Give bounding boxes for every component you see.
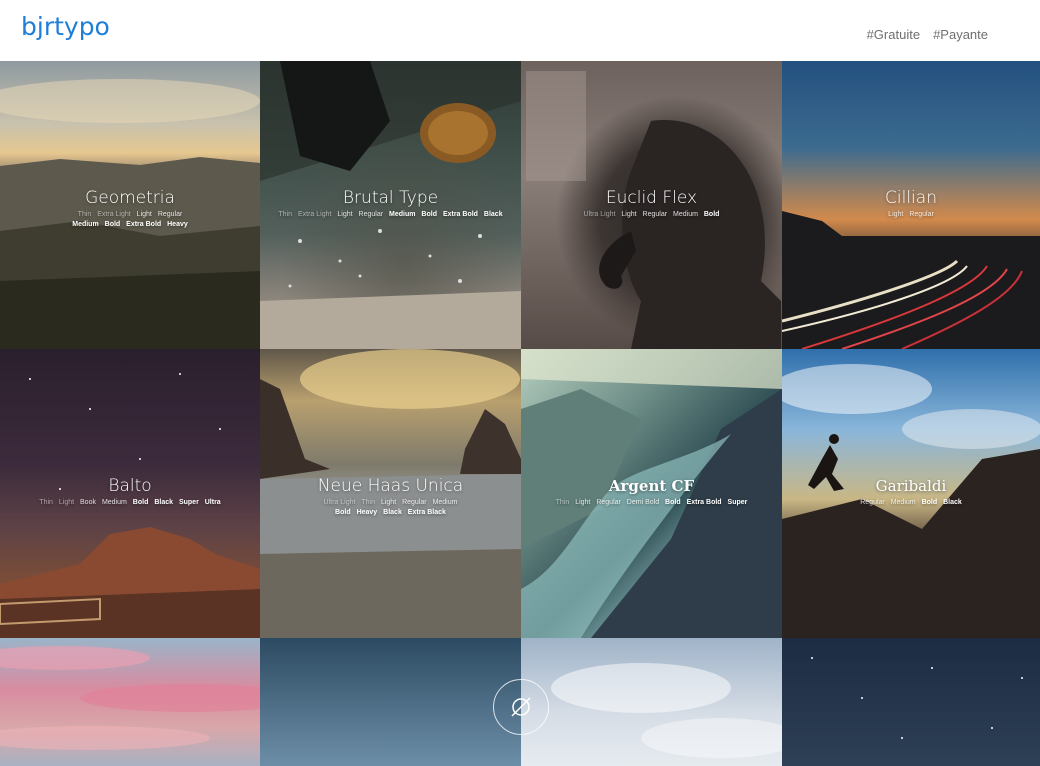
font-grid: Geometria Thin Extra Light Light Regular… [0,61,1040,766]
font-tile-cillian[interactable]: Cillian Light Regular [782,61,1040,349]
font-caption: Geometria Thin Extra Light Light Regular… [0,187,260,230]
weight-label: Light [337,211,353,218]
weight-label: Regular [860,499,885,506]
font-tile-pink-sky[interactable] [0,638,260,766]
font-tile-blue-gradient[interactable] [260,638,521,766]
made-in-paris-stamp [493,679,549,735]
weight-label: Thin [555,499,570,506]
weight-label: Thin [77,211,92,218]
font-weights: Regular Medium Bold Black [782,498,1040,508]
weight-label: Ultra Light [323,499,356,506]
font-tile-neue-haas-unica[interactable]: Neue Haas Unica Ultra Light Thin Light R… [260,349,521,638]
weight-label: Light [888,211,904,218]
weight-label: Medium [389,211,416,218]
weight-label: Demi Bold [626,499,660,506]
font-tile-night-sky[interactable] [782,638,1040,766]
filter-free-link[interactable]: #Gratuite [867,27,920,42]
weight-label: Extra Bold [686,499,722,506]
font-caption: Argent CF Thin Light Regular Demi Bold B… [521,475,782,508]
weight-label: Bold [104,221,121,228]
weight-label: Black [383,509,402,516]
font-caption: Cillian Light Regular [782,187,1040,220]
font-tile-garibaldi[interactable]: Garibaldi Regular Medium Bold Black [782,349,1040,638]
weight-label: Regular [642,211,668,218]
site-logo[interactable]: bjrtypo [21,12,110,41]
font-name: Balto [108,476,152,496]
font-name: Neue Haas Unica [317,476,464,496]
weight-label: Bold [421,211,437,218]
font-tile-brutal-type[interactable]: Brutal Type Thin Extra Light Light Regul… [260,61,521,349]
weight-label: Heavy [167,221,188,228]
empty-set-icon [511,697,531,717]
weight-label: Thin [278,211,293,218]
weight-label: Heavy [356,509,378,516]
weight-label: Light [380,499,397,506]
font-tile-argent-cf[interactable]: Argent CF Thin Light Regular Demi Bold B… [521,349,782,638]
weight-label: Regular [358,211,384,218]
font-caption: Balto Thin Light Book Medium Bold Black … [0,475,260,508]
weight-label: Medium [890,499,916,506]
weight-label: Regular [596,499,621,506]
font-caption: Brutal Type Thin Extra Light Light Regul… [260,187,521,220]
weight-label: Medium [673,211,698,218]
weight-label: Book [80,499,96,506]
weight-label: Extra Bold [126,221,162,228]
weight-label: Super [178,499,199,506]
clouds-image [551,663,782,758]
weight-label: Extra Light [297,211,332,218]
font-name: Garibaldi [875,477,947,495]
font-caption: Garibaldi Regular Medium Bold Black [782,475,1040,508]
font-weights: Ultra Light Thin Light Regular Medium Bo… [260,498,521,518]
weight-label: Extra Black [407,509,446,516]
filter-paid-link[interactable]: #Payante [933,27,988,42]
font-weights: Thin Extra Light Light Regular Medium Bo… [0,210,260,230]
weight-label: Super [727,499,748,506]
filter-nav: #Gratuite #Payante [867,27,988,42]
weight-label: Thin [361,499,375,506]
font-weights: Thin Light Book Medium Bold Black Super … [0,498,260,508]
font-weights: Light Regular [782,210,1040,220]
weight-label: Bold [665,499,681,506]
font-weights: Thin Extra Light Light Regular Medium Bo… [260,210,521,220]
weight-label: Medium [101,499,127,506]
font-tile-balto[interactable]: Balto Thin Light Book Medium Bold Black … [0,349,260,638]
weight-label: Medium [72,221,99,228]
weight-label: Extra Light [97,211,131,218]
weight-label: Black [943,499,962,506]
font-name: Euclid Flex [605,188,698,208]
font-caption: Neue Haas Unica Ultra Light Thin Light R… [260,475,521,518]
weight-label: Light [58,499,75,506]
font-name: Brutal Type [342,188,439,208]
font-tile-euclid-flex[interactable]: Euclid Flex Ultra Light Light Regular Me… [521,61,782,349]
weight-label: Bold [703,211,720,218]
font-name: Argent CF [608,477,695,495]
weight-label: Light [621,211,637,218]
font-weights: Thin Light Regular Demi Bold Bold Extra … [521,498,782,508]
weight-label: Black [154,499,173,506]
font-name: Cillian [885,188,937,208]
weight-label: Regular [157,211,183,218]
starry-sky-image [811,657,1023,739]
pink-clouds-image [0,646,260,750]
weight-label: Bold [132,499,149,506]
weight-label: Ultra Light [583,211,616,218]
font-tile-cloudy-sky[interactable] [521,638,782,766]
font-tile-geometria[interactable]: Geometria Thin Extra Light Light Regular… [0,61,260,349]
weight-label: Black [483,211,503,218]
weight-label: Ultra [204,499,221,506]
weight-label: Regular [402,499,427,506]
weight-label: Bold [921,499,938,506]
weight-label: Extra Bold [442,211,478,218]
weight-label: Bold [335,509,351,516]
weight-label: Light [136,211,152,218]
font-weights: Ultra Light Light Regular Medium Bold [521,210,782,220]
font-caption: Euclid Flex Ultra Light Light Regular Me… [521,187,782,220]
weight-label: Thin [39,499,53,506]
weight-label: Regular [909,211,934,218]
site-header: bjrtypo #Gratuite #Payante [0,0,1040,61]
weight-label: Medium [432,499,458,506]
weight-label: Light [575,499,591,506]
font-name: Geometria [85,188,175,208]
